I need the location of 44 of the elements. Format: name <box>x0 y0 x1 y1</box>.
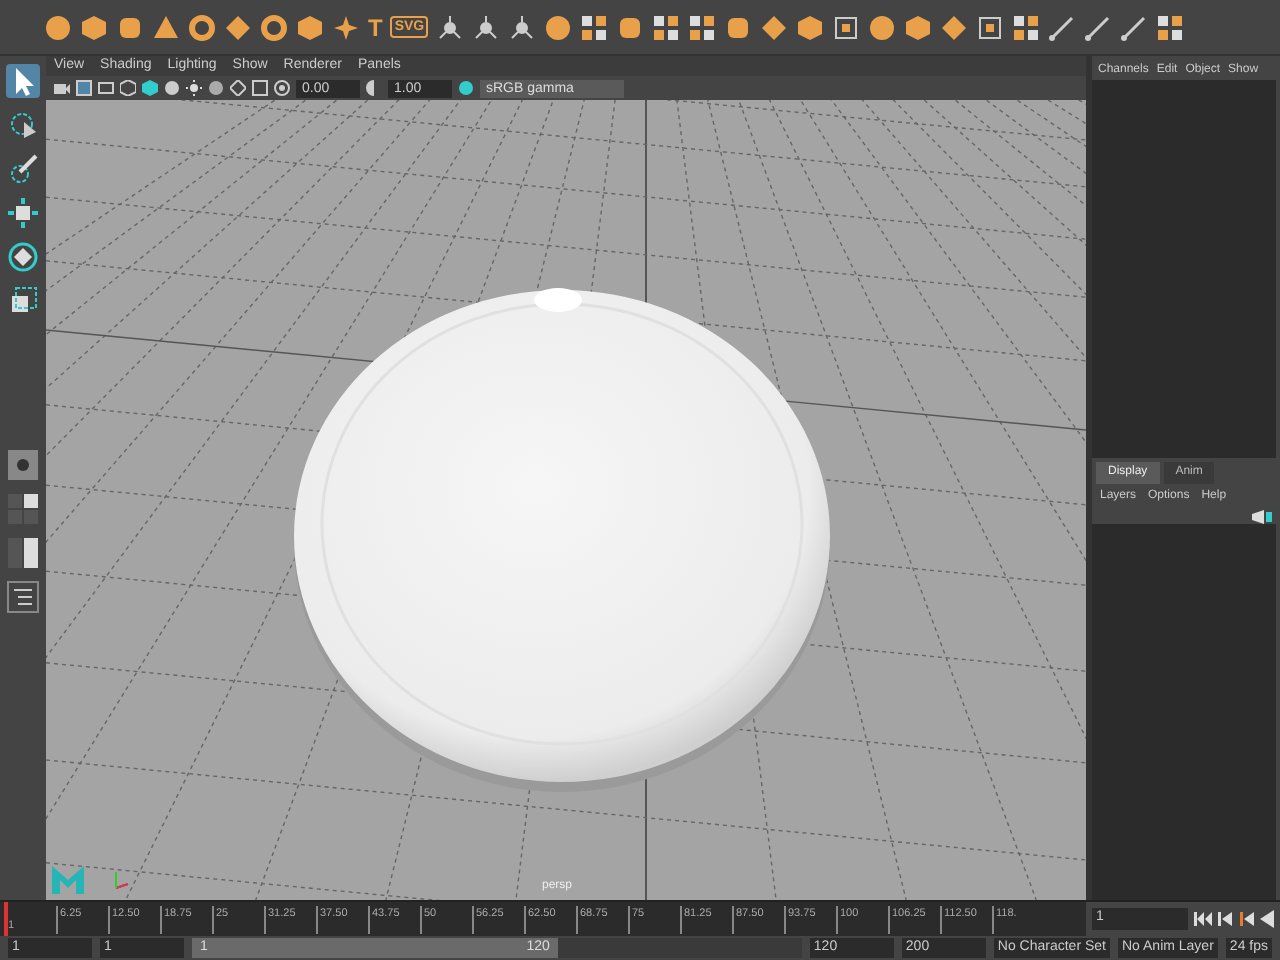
torus-icon[interactable] <box>260 13 288 41</box>
frame-icon[interactable] <box>832 13 861 41</box>
four-panel-icon[interactable] <box>6 492 40 526</box>
square-icon[interactable] <box>98 80 114 96</box>
diamond-icon[interactable] <box>230 80 246 96</box>
step-back-icon[interactable] <box>1215 910 1234 928</box>
key-back-icon[interactable] <box>1237 910 1255 928</box>
axis-icon <box>110 868 130 892</box>
frame-icon[interactable] <box>976 13 1005 41</box>
new-layer-icon[interactable] <box>1252 509 1273 523</box>
sphere-icon[interactable] <box>44 13 72 41</box>
move-icon[interactable] <box>6 196 40 230</box>
torus-icon[interactable] <box>188 13 216 41</box>
diamond-icon[interactable] <box>224 13 252 41</box>
sphere-icon[interactable] <box>208 80 224 96</box>
joint-icon[interactable] <box>508 13 537 41</box>
outliner-icon[interactable] <box>6 580 40 614</box>
light-icon[interactable] <box>186 80 202 96</box>
joint-icon[interactable] <box>472 13 501 41</box>
play-back-icon[interactable] <box>1258 910 1277 928</box>
line-icon[interactable] <box>1084 13 1113 41</box>
sphere-icon[interactable] <box>868 13 897 41</box>
sphere-icon[interactable] <box>164 80 180 96</box>
line-icon[interactable] <box>1048 13 1077 41</box>
color-space-icon[interactable] <box>458 80 474 96</box>
diamond-icon[interactable] <box>940 13 969 41</box>
square-icon[interactable] <box>252 80 268 96</box>
brush-icon[interactable] <box>6 152 40 186</box>
diamond-icon[interactable] <box>760 13 789 41</box>
joint-icon[interactable] <box>436 13 465 41</box>
rotate-icon[interactable] <box>6 240 40 274</box>
layout-icon[interactable] <box>6 448 40 482</box>
aperture-icon[interactable] <box>274 80 290 96</box>
scale-icon[interactable] <box>6 284 40 318</box>
sphere-icon[interactable] <box>544 13 573 41</box>
star-icon[interactable] <box>332 13 360 41</box>
two-panel-icon[interactable] <box>6 536 40 570</box>
logo-icon <box>50 864 86 896</box>
lasso-icon[interactable] <box>6 108 40 142</box>
camera-icon[interactable] <box>54 80 70 96</box>
skip-start-icon[interactable] <box>1194 910 1212 928</box>
shelf-text-icon[interactable]: T <box>368 13 383 41</box>
line-icon[interactable] <box>1120 13 1149 41</box>
cone-icon[interactable] <box>152 13 180 41</box>
